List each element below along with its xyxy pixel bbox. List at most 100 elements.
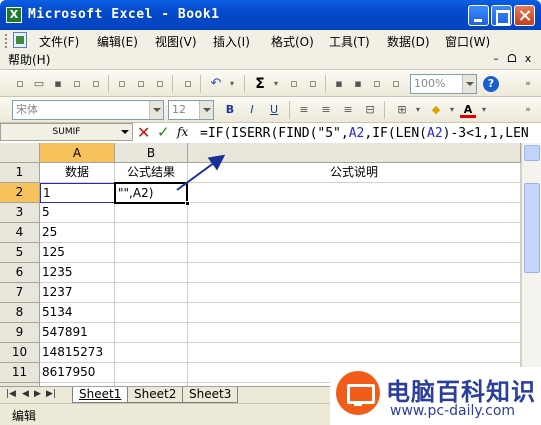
scroll-up-icon[interactable] xyxy=(524,145,540,161)
cell-b5[interactable] xyxy=(115,243,188,263)
menubar-grip[interactable] xyxy=(5,34,8,48)
align-right-icon[interactable]: ≡ xyxy=(340,102,356,118)
cell-a6[interactable]: 1235 xyxy=(40,263,115,283)
sort-ascending-icon[interactable]: ▫ xyxy=(286,76,302,92)
cell-c6[interactable] xyxy=(188,263,521,283)
cell-c2[interactable] xyxy=(188,183,521,203)
cell-b2[interactable]: "",A2) xyxy=(114,182,190,206)
cell-a11[interactable]: 8617950 xyxy=(40,363,115,383)
cell-c5[interactable] xyxy=(188,243,521,263)
row-header-5[interactable]: 5 xyxy=(0,243,40,263)
cell-b11[interactable] xyxy=(115,363,188,383)
cell-b10[interactable] xyxy=(115,343,188,363)
close-button[interactable] xyxy=(514,5,535,26)
excel-app-icon[interactable]: X xyxy=(6,7,22,23)
format-painter-icon[interactable]: ▫ xyxy=(180,76,196,92)
last-sheet-icon[interactable]: ▶| xyxy=(46,389,56,399)
merge-center-icon[interactable]: ⊟ xyxy=(362,102,378,118)
cell-a10[interactable]: 14815273 xyxy=(40,343,115,363)
prev-sheet-icon[interactable]: ◀ xyxy=(22,389,29,399)
vertical-scrollbar[interactable] xyxy=(521,143,541,387)
cell-a2[interactable]: 1 xyxy=(40,183,115,203)
autosum-icon[interactable]: Σ xyxy=(252,76,268,92)
font-size-select[interactable]: 12 xyxy=(168,100,214,120)
row-header-3[interactable]: 3 xyxy=(0,203,40,223)
align-left-icon[interactable]: ≡ xyxy=(296,102,312,118)
align-center-icon[interactable]: ≡ xyxy=(318,102,334,118)
borders-dropdown-icon[interactable]: ▾ xyxy=(410,102,426,118)
undo-dropdown-icon[interactable]: ▾ xyxy=(224,76,240,92)
doc-minimize-icon[interactable]: – xyxy=(490,53,502,65)
next-sheet-icon[interactable]: ▶ xyxy=(34,389,41,399)
open-icon[interactable]: ▭ xyxy=(31,76,47,92)
cell-c4[interactable] xyxy=(188,223,521,243)
help-icon[interactable]: ? xyxy=(483,76,499,92)
menu-view[interactable]: 视图(V) xyxy=(155,33,197,50)
permission-icon[interactable]: ▫ xyxy=(69,76,85,92)
cell-c8[interactable] xyxy=(188,303,521,323)
select-all-corner[interactable] xyxy=(0,143,40,163)
menu-help[interactable]: 帮助(H) xyxy=(8,51,50,68)
cell-a7[interactable]: 1237 xyxy=(40,283,115,303)
row-header-8[interactable]: 8 xyxy=(0,303,40,323)
column-header-b[interactable]: B xyxy=(115,143,188,163)
cell-b6[interactable] xyxy=(115,263,188,283)
italic-button[interactable]: I xyxy=(244,102,260,118)
menu-data[interactable]: 数据(D) xyxy=(387,33,430,50)
font-color-icon[interactable]: A xyxy=(460,102,476,118)
cell-b1[interactable]: 公式结果 xyxy=(115,163,188,183)
undo-icon[interactable]: ↶ xyxy=(208,76,224,92)
row-header-10[interactable]: 10 xyxy=(0,343,40,363)
name-box[interactable]: SUMIF xyxy=(0,123,133,141)
row-header-11[interactable]: 11 xyxy=(0,363,40,383)
row-header-1[interactable]: 1 xyxy=(0,163,40,183)
spelling-icon[interactable]: ▫ xyxy=(152,76,168,92)
autosum-dropdown-icon[interactable]: ▾ xyxy=(268,76,284,92)
enter-icon[interactable]: ✓ xyxy=(157,123,170,141)
cell-b7[interactable] xyxy=(115,283,188,303)
cell-a5[interactable]: 125 xyxy=(40,243,115,263)
menu-window[interactable]: 窗口(W) xyxy=(445,33,490,50)
row-header-7[interactable]: 7 xyxy=(0,283,40,303)
cancel-icon[interactable]: ✕ xyxy=(137,123,150,142)
font-color-dropdown-icon[interactable]: ▾ xyxy=(476,102,492,118)
column-header-a[interactable]: A xyxy=(40,143,115,163)
cell-b3[interactable] xyxy=(115,203,188,223)
chevron-down-icon[interactable] xyxy=(149,101,163,119)
borders-icon[interactable]: ⊞ xyxy=(394,102,410,118)
maximize-button[interactable] xyxy=(491,5,512,26)
print-preview-icon[interactable]: ▫ xyxy=(133,76,149,92)
menu-tools[interactable]: 工具(T) xyxy=(329,33,370,50)
tab-sheet2[interactable]: Sheet2 xyxy=(127,387,184,403)
zoom-select[interactable]: 100% xyxy=(410,74,477,94)
cell-a1[interactable]: 数据 xyxy=(40,163,115,183)
cell-c1[interactable]: 公式说明 xyxy=(188,163,521,183)
row-header-6[interactable]: 6 xyxy=(0,263,40,283)
menu-edit[interactable]: 编辑(E) xyxy=(97,33,138,50)
scroll-thumb[interactable] xyxy=(524,183,540,273)
drawing-icon[interactable]: ▫ xyxy=(369,76,385,92)
chevron-down-icon[interactable] xyxy=(199,101,213,119)
fill-color-icon[interactable]: ◆ xyxy=(428,102,444,118)
insert-function-icon[interactable]: fx xyxy=(177,125,188,139)
fill-handle[interactable] xyxy=(185,201,190,206)
save-icon[interactable]: ▪ xyxy=(50,76,66,92)
row-header-9[interactable]: 9 xyxy=(0,323,40,343)
fill-color-dropdown-icon[interactable]: ▾ xyxy=(444,102,460,118)
doc-restore-icon[interactable]: ᗝ xyxy=(506,53,518,65)
font-name-select[interactable]: 宋体 xyxy=(12,100,164,120)
bold-button[interactable]: B xyxy=(222,102,238,118)
minimize-button[interactable] xyxy=(468,5,489,26)
menu-file[interactable]: 文件(F) xyxy=(39,33,79,50)
cell-b4[interactable] xyxy=(115,223,188,243)
cell-b8[interactable] xyxy=(115,303,188,323)
underline-button[interactable]: U xyxy=(266,102,282,118)
first-sheet-icon[interactable]: |◀ xyxy=(6,389,16,399)
print-icon[interactable]: ▫ xyxy=(114,76,130,92)
doc-close-icon[interactable]: x xyxy=(522,53,534,65)
menu-format[interactable]: 格式(O) xyxy=(271,33,314,50)
cell-c3[interactable] xyxy=(188,203,521,223)
cell-a9[interactable]: 547891 xyxy=(40,323,115,343)
sort-descending-icon[interactable]: ▫ xyxy=(305,76,321,92)
cell-c9[interactable] xyxy=(188,323,521,343)
